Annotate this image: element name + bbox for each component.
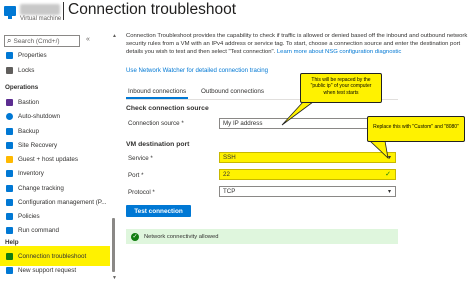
callout1-pointer — [281, 101, 315, 126]
callout-public-ip-note: This will be repaced by the "public ip" … — [300, 73, 382, 103]
callout2-pointer — [368, 140, 389, 160]
callout-custom-port-note: Replace this with "Custom" and "8080" — [367, 116, 465, 142]
